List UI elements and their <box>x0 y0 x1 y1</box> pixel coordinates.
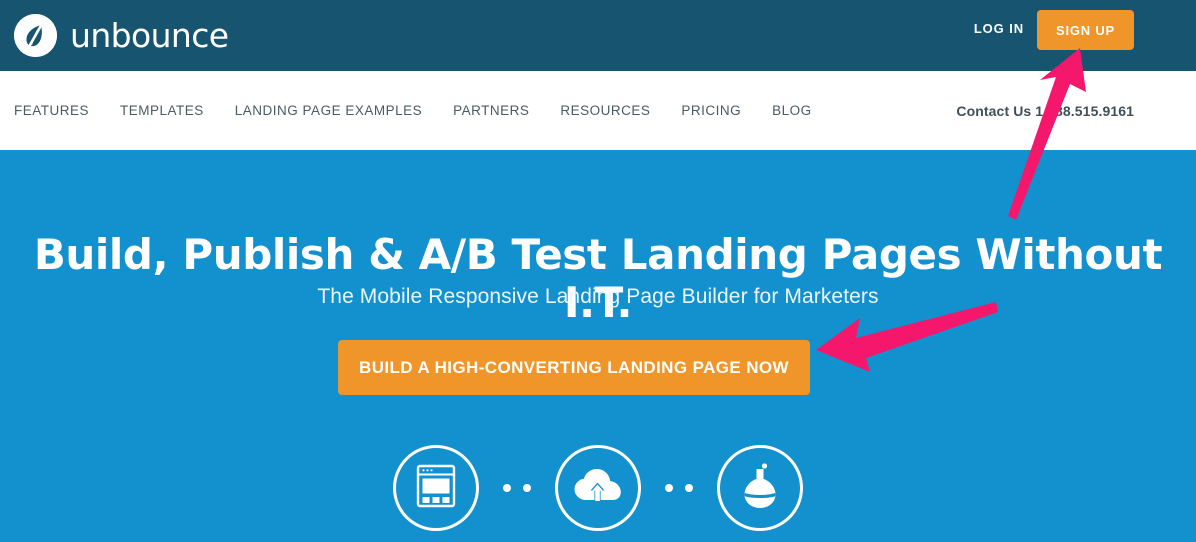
connector-dots-1 <box>479 484 555 492</box>
landing-page-layout-icon <box>416 464 456 513</box>
cloud-upload-icon <box>574 468 622 509</box>
dot <box>665 484 673 492</box>
feature-icon-publish <box>555 445 641 531</box>
dot <box>685 484 693 492</box>
connector-dots-2 <box>641 484 717 492</box>
nav-item-landing-page-examples[interactable]: LANDING PAGE EXAMPLES <box>235 103 422 118</box>
nav-item-templates[interactable]: TEMPLATES <box>120 103 204 118</box>
nav-item-resources[interactable]: RESOURCES <box>560 103 650 118</box>
flask-icon <box>742 462 778 515</box>
unbounce-leaf-logo-icon <box>14 13 57 57</box>
nav-item-partners[interactable]: PARTNERS <box>453 103 529 118</box>
contact-phone[interactable]: Contact Us 1.888.515.9161 <box>956 71 1134 150</box>
login-link[interactable]: LOG IN <box>974 21 1024 36</box>
page-root: unbounce LOG IN SIGN UP FEATURES TEMPLAT… <box>0 0 1196 542</box>
nav-item-features[interactable]: FEATURES <box>14 103 89 118</box>
dot <box>503 484 511 492</box>
signup-button[interactable]: SIGN UP <box>1037 10 1134 50</box>
feature-icon-build <box>393 445 479 531</box>
dot <box>523 484 531 492</box>
feature-icon-row <box>0 445 1196 531</box>
hero-headline: Build, Publish & A/B Test Landing Pages … <box>33 230 1163 327</box>
hero-cta-button[interactable]: BUILD A HIGH-CONVERTING LANDING PAGE NOW <box>338 340 810 395</box>
site-header: unbounce LOG IN SIGN UP <box>0 0 1196 71</box>
hero-subheadline: The Mobile Responsive Landing Page Build… <box>317 285 879 308</box>
feature-icon-test <box>717 445 803 531</box>
nav-item-blog[interactable]: BLOG <box>772 103 812 118</box>
main-navigation: FEATURES TEMPLATES LANDING PAGE EXAMPLES… <box>0 71 1196 150</box>
logo-wordmark: unbounce <box>70 15 229 55</box>
nav-item-list: FEATURES TEMPLATES LANDING PAGE EXAMPLES… <box>14 71 843 150</box>
hero-section: Build, Publish & A/B Test Landing Pages … <box>0 150 1196 542</box>
nav-item-pricing[interactable]: PRICING <box>681 103 741 118</box>
site-logo[interactable]: unbounce <box>14 11 229 59</box>
